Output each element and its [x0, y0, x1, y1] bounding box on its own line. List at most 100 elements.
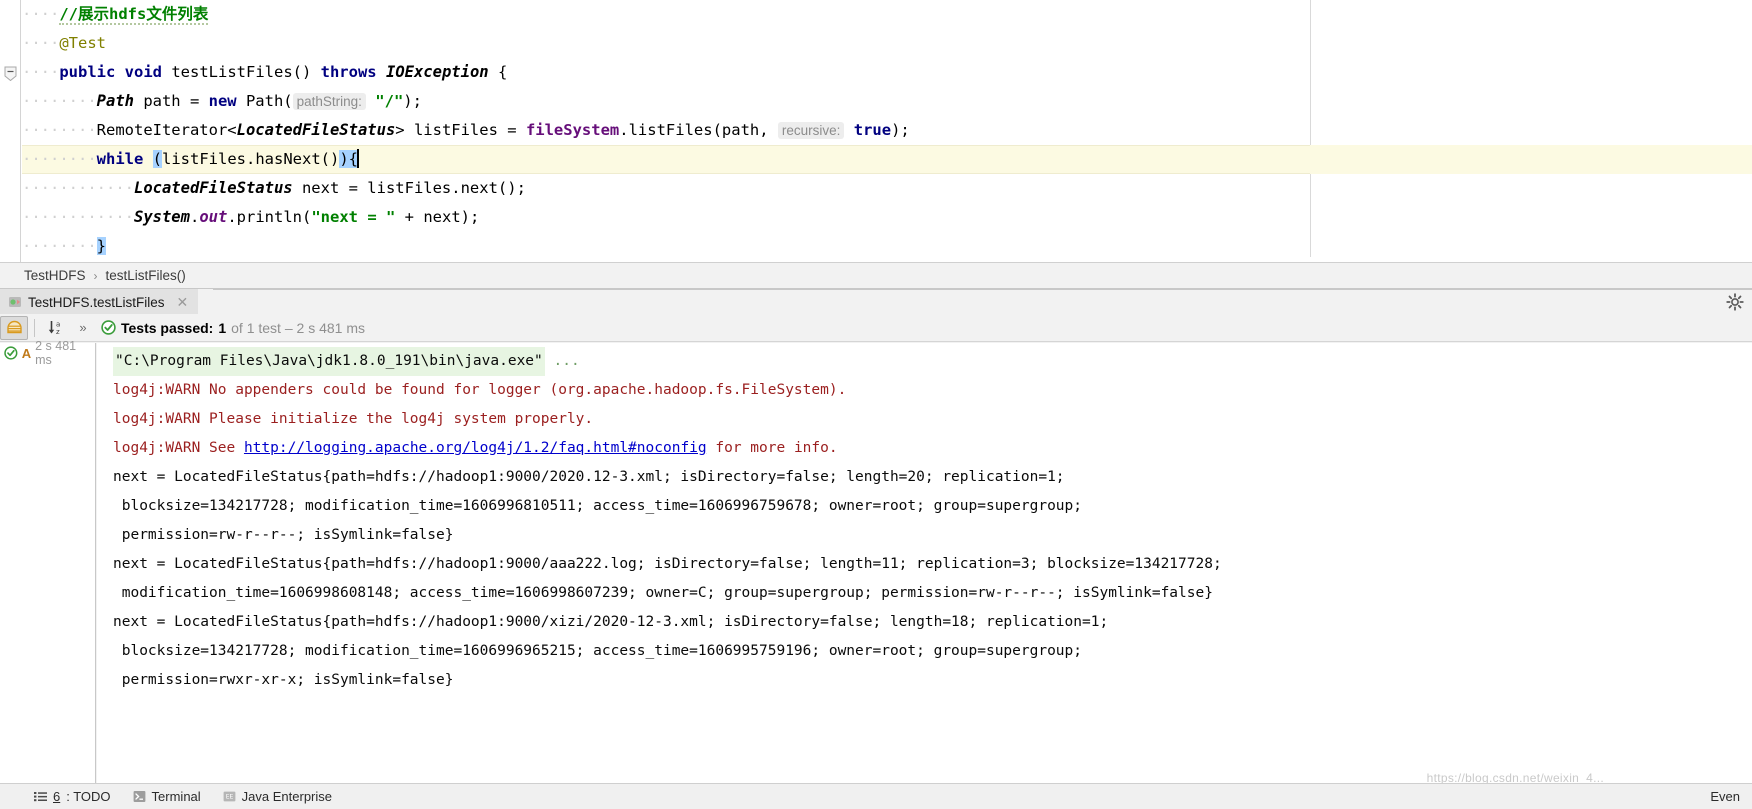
code-token: .: [189, 208, 200, 226]
status-item-terminal[interactable]: Terminal: [133, 789, 201, 804]
test-results-toolbar: a z » Tests passed: 1 of 1 test – 2 s 48…: [0, 314, 1752, 342]
code-token: @Test: [59, 34, 106, 52]
code-token: + next);: [395, 208, 480, 226]
code-line[interactable]: ····//展示hdfs文件列表: [22, 0, 1752, 29]
editor-gutter[interactable]: [0, 0, 20, 262]
code-line[interactable]: ····public void testListFiles() throws I…: [22, 58, 1752, 87]
warning-indicator: A: [21, 345, 32, 361]
tests-passed-label: Tests passed:: [121, 319, 214, 336]
toggle-test-status-button[interactable]: [0, 315, 28, 340]
console-stdout: permission=rwxr-xr-x; isSymlink=false}: [113, 672, 454, 688]
text-caret: [357, 149, 360, 168]
console-line: permission=rwxr-xr-x; isSymlink=false}: [113, 666, 1752, 695]
code-token: path =: [133, 92, 209, 110]
console-command-ellipsis[interactable]: ...: [545, 353, 579, 369]
status-item-todo-number: 6: [53, 789, 61, 804]
code-line[interactable]: ········Path path = new Path(pathString:…: [22, 87, 1752, 116]
console-stdout: next = LocatedFileStatus{path=hdfs://had…: [113, 556, 1222, 572]
sort-alphabetically-icon: a z: [48, 321, 60, 336]
code-token: //展示hdfs文件列表: [59, 5, 209, 25]
code-token: Path: [96, 92, 134, 110]
console-stdout: permission=rw-r--r--; isSymlink=false}: [113, 527, 454, 543]
console-warning: log4j:WARN See: [113, 440, 244, 456]
breadcrumb-method[interactable]: testListFiles(): [106, 268, 186, 283]
console-warning: log4j:WARN Please initialize the log4j s…: [113, 411, 594, 427]
caret-line-border: [22, 145, 1310, 146]
terminal-icon: [133, 791, 145, 802]
gutter-divider: [20, 0, 21, 262]
code-text[interactable]: ····//展示hdfs文件列表 ····@Test ····public void…: [22, 0, 1752, 262]
indent-guide: ········: [22, 237, 97, 255]
sort-alphabetically-button[interactable]: a z: [41, 316, 69, 340]
run-tool-window: TestHDFS.testListFiles ✕ a z » Tests pas…: [0, 288, 1752, 783]
code-fold-marker-icon[interactable]: [4, 66, 17, 81]
console-line: log4j:WARN No appenders could be found f…: [113, 376, 1752, 405]
code-token: Path(: [236, 92, 293, 110]
breadcrumb-class[interactable]: TestHDFS: [24, 268, 86, 283]
indent-guide: ········: [22, 92, 97, 110]
code-editor[interactable]: ····//展示hdfs文件列表 ····@Test ····public void…: [0, 0, 1752, 262]
tests-passed-detail: of 1 test – 2 s 481 ms: [231, 319, 365, 336]
toolbar-separator: [34, 318, 35, 337]
code-token: LocatedFileStatus: [236, 121, 396, 139]
code-token: }: [96, 237, 106, 255]
expand-toolbar-button[interactable]: »: [69, 316, 97, 340]
run-config-icon: [9, 297, 21, 307]
status-bar-right-label: Even: [1710, 789, 1740, 804]
console-line: log4j:WARN See http://logging.apache.org…: [113, 434, 1752, 463]
tab-run-configuration[interactable]: TestHDFS.testListFiles ✕: [0, 289, 199, 315]
indent-guide: ········: [22, 121, 97, 139]
test-tree[interactable]: A 2 s 481 ms: [0, 339, 96, 783]
status-item-java-enterprise-label: Java Enterprise: [241, 789, 332, 804]
status-bar-right[interactable]: Even: [1710, 789, 1740, 804]
code-token: true: [853, 121, 892, 139]
code-token: "/": [375, 92, 404, 110]
todo-icon: [34, 792, 47, 802]
console-stdout: blocksize=134217728; modification_time=1…: [113, 498, 1083, 514]
console-warning: for more info.: [706, 440, 838, 456]
indent-guide: ········: [22, 150, 97, 168]
code-line[interactable]: ············LocatedFileStatus next = lis…: [22, 174, 1752, 203]
code-token: System: [133, 208, 190, 226]
code-token: ): [339, 150, 349, 168]
status-item-todo-label: : TODO: [66, 789, 111, 804]
status-item-java-enterprise[interactable]: EE Java Enterprise: [223, 789, 332, 804]
code-token: next = listFiles.next();: [292, 179, 526, 197]
code-line[interactable]: ····@Test: [22, 29, 1752, 58]
status-bar: 6 : TODO Terminal EE Java Enterprise Eve…: [0, 783, 1752, 809]
console-line: modification_time=1606998608148; access_…: [113, 579, 1752, 608]
status-item-todo[interactable]: 6 : TODO: [34, 789, 111, 804]
svg-text:z: z: [56, 328, 60, 336]
code-line[interactable]: ········while (listFiles.hasNext()){: [22, 145, 1752, 174]
code-token: new: [208, 92, 237, 110]
tests-passed-count: 1: [218, 319, 227, 336]
code-token: pathString:: [292, 93, 366, 110]
console-output[interactable]: "C:\Program Files\Java\jdk1.8.0_191\bin\…: [97, 343, 1752, 783]
code-token: );: [891, 121, 910, 139]
code-line[interactable]: ········RemoteIterator<LocatedFileStatus…: [22, 116, 1752, 145]
gear-icon[interactable]: [1726, 293, 1744, 311]
chevron-double-right-icon: »: [79, 320, 87, 335]
console-warning: log4j:WARN No appenders could be found f…: [113, 382, 847, 398]
code-token: listFiles.hasNext(): [162, 150, 340, 168]
code-token: recursive:: [777, 122, 845, 139]
svg-text:EE: EE: [225, 794, 233, 801]
console-hyperlink[interactable]: http://logging.apache.org/log4j/1.2/faq.…: [244, 440, 707, 456]
console-line: next = LocatedFileStatus{path=hdfs://had…: [113, 608, 1752, 637]
close-icon[interactable]: ✕: [177, 294, 189, 311]
code-token: while: [96, 150, 144, 168]
console-command: "C:\Program Files\Java\jdk1.8.0_191\bin\…: [113, 347, 545, 376]
code-line[interactable]: ············System.out.println("next = "…: [22, 203, 1752, 232]
test-tree-row[interactable]: A 2 s 481 ms: [0, 339, 95, 367]
status-item-terminal-label: Terminal: [151, 789, 201, 804]
indent-guide: ····: [22, 5, 60, 23]
code-line[interactable]: ········}: [22, 232, 1752, 261]
code-token: );: [403, 92, 422, 110]
breadcrumb[interactable]: TestHDFS › testListFiles(): [0, 262, 1752, 288]
indent-guide: ····: [22, 63, 60, 81]
console-line: next = LocatedFileStatus{path=hdfs://had…: [113, 463, 1752, 492]
